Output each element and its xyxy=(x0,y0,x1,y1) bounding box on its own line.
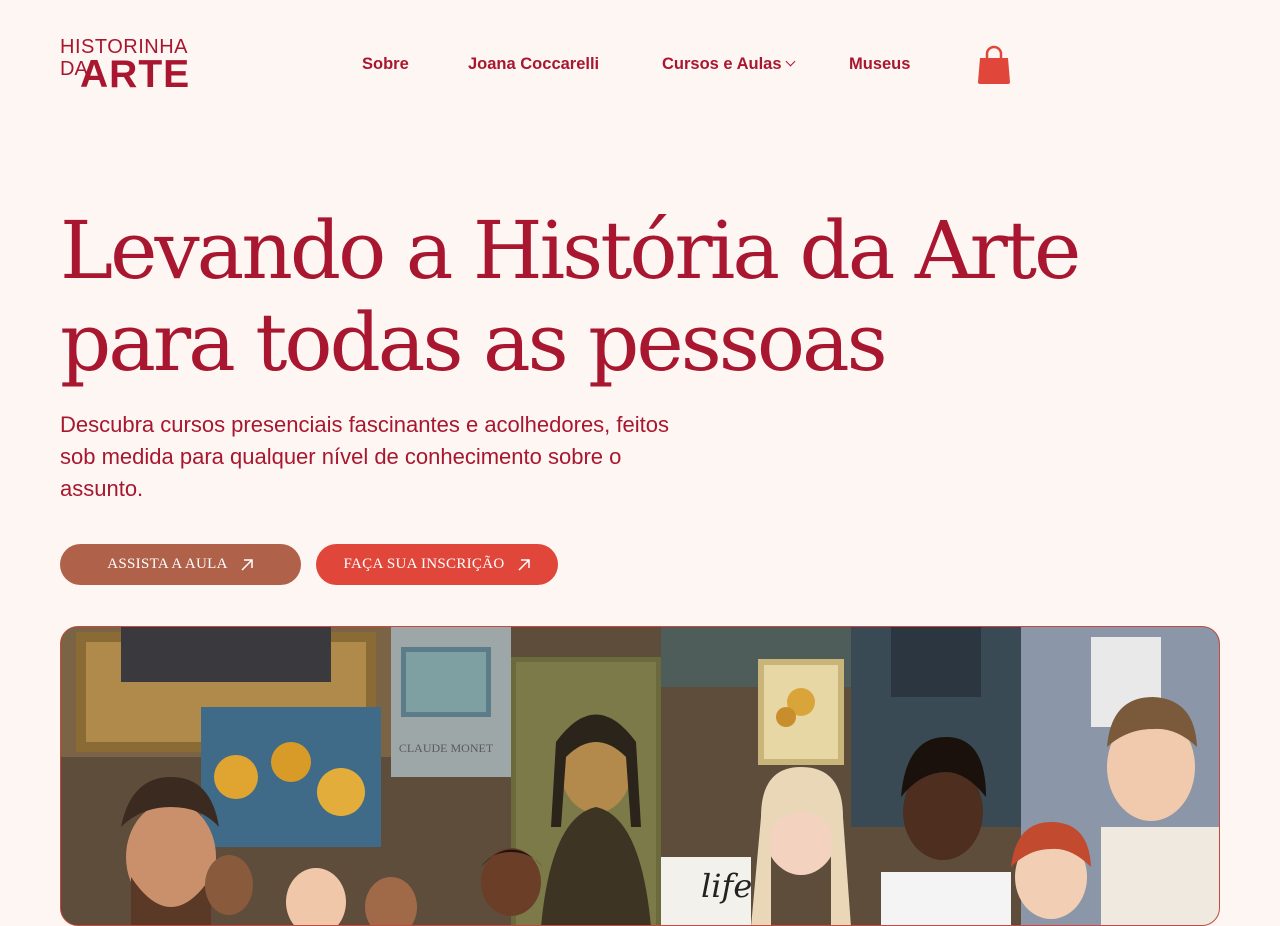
museum-collage-illustration: CLAUDE MONET life xyxy=(61,627,1219,925)
arrow-up-right-icon xyxy=(241,558,253,571)
nav-item-cursos-e-aulas[interactable]: Cursos e Aulas xyxy=(662,53,795,75)
hero-title-line-2: para todas as pessoas xyxy=(60,296,888,389)
enroll-button[interactable]: FAÇA SUA INSCRIÇÃO xyxy=(316,544,558,585)
hero-collage-image: CLAUDE MONET life xyxy=(60,626,1220,926)
nav-item-joana-coccarelli[interactable]: Joana Coccarelli xyxy=(468,53,599,75)
main-nav: Sobre Joana Coccarelli Cursos e Aulas Mu… xyxy=(0,53,1280,77)
hero-subtitle: Descubra cursos presenciais fascinantes … xyxy=(60,412,669,501)
watch-class-label: ASSISTA A AULA xyxy=(107,556,228,572)
site-header: HISTORINHA DA ARTE Sobre Joana Coccarell… xyxy=(0,0,1280,130)
chevron-down-icon xyxy=(785,56,795,67)
arrow-up-right-icon xyxy=(517,558,530,571)
nav-item-cursos-label: Cursos e Aulas xyxy=(662,55,782,73)
sign-text: life xyxy=(701,867,752,905)
nav-item-museus[interactable]: Museus xyxy=(849,53,910,75)
painting-label: CLAUDE MONET xyxy=(399,741,494,755)
watch-class-button[interactable]: ASSISTA A AULA xyxy=(60,544,301,585)
nav-item-sobre[interactable]: Sobre xyxy=(362,53,409,75)
enroll-label: FAÇA SUA INSCRIÇÃO xyxy=(343,556,505,572)
shopping-bag-icon[interactable] xyxy=(976,44,1012,86)
hero-title-line-1: Levando a História da Arte xyxy=(60,204,1081,297)
hero-title: Levando a História da Arte para todas as… xyxy=(60,205,1160,389)
